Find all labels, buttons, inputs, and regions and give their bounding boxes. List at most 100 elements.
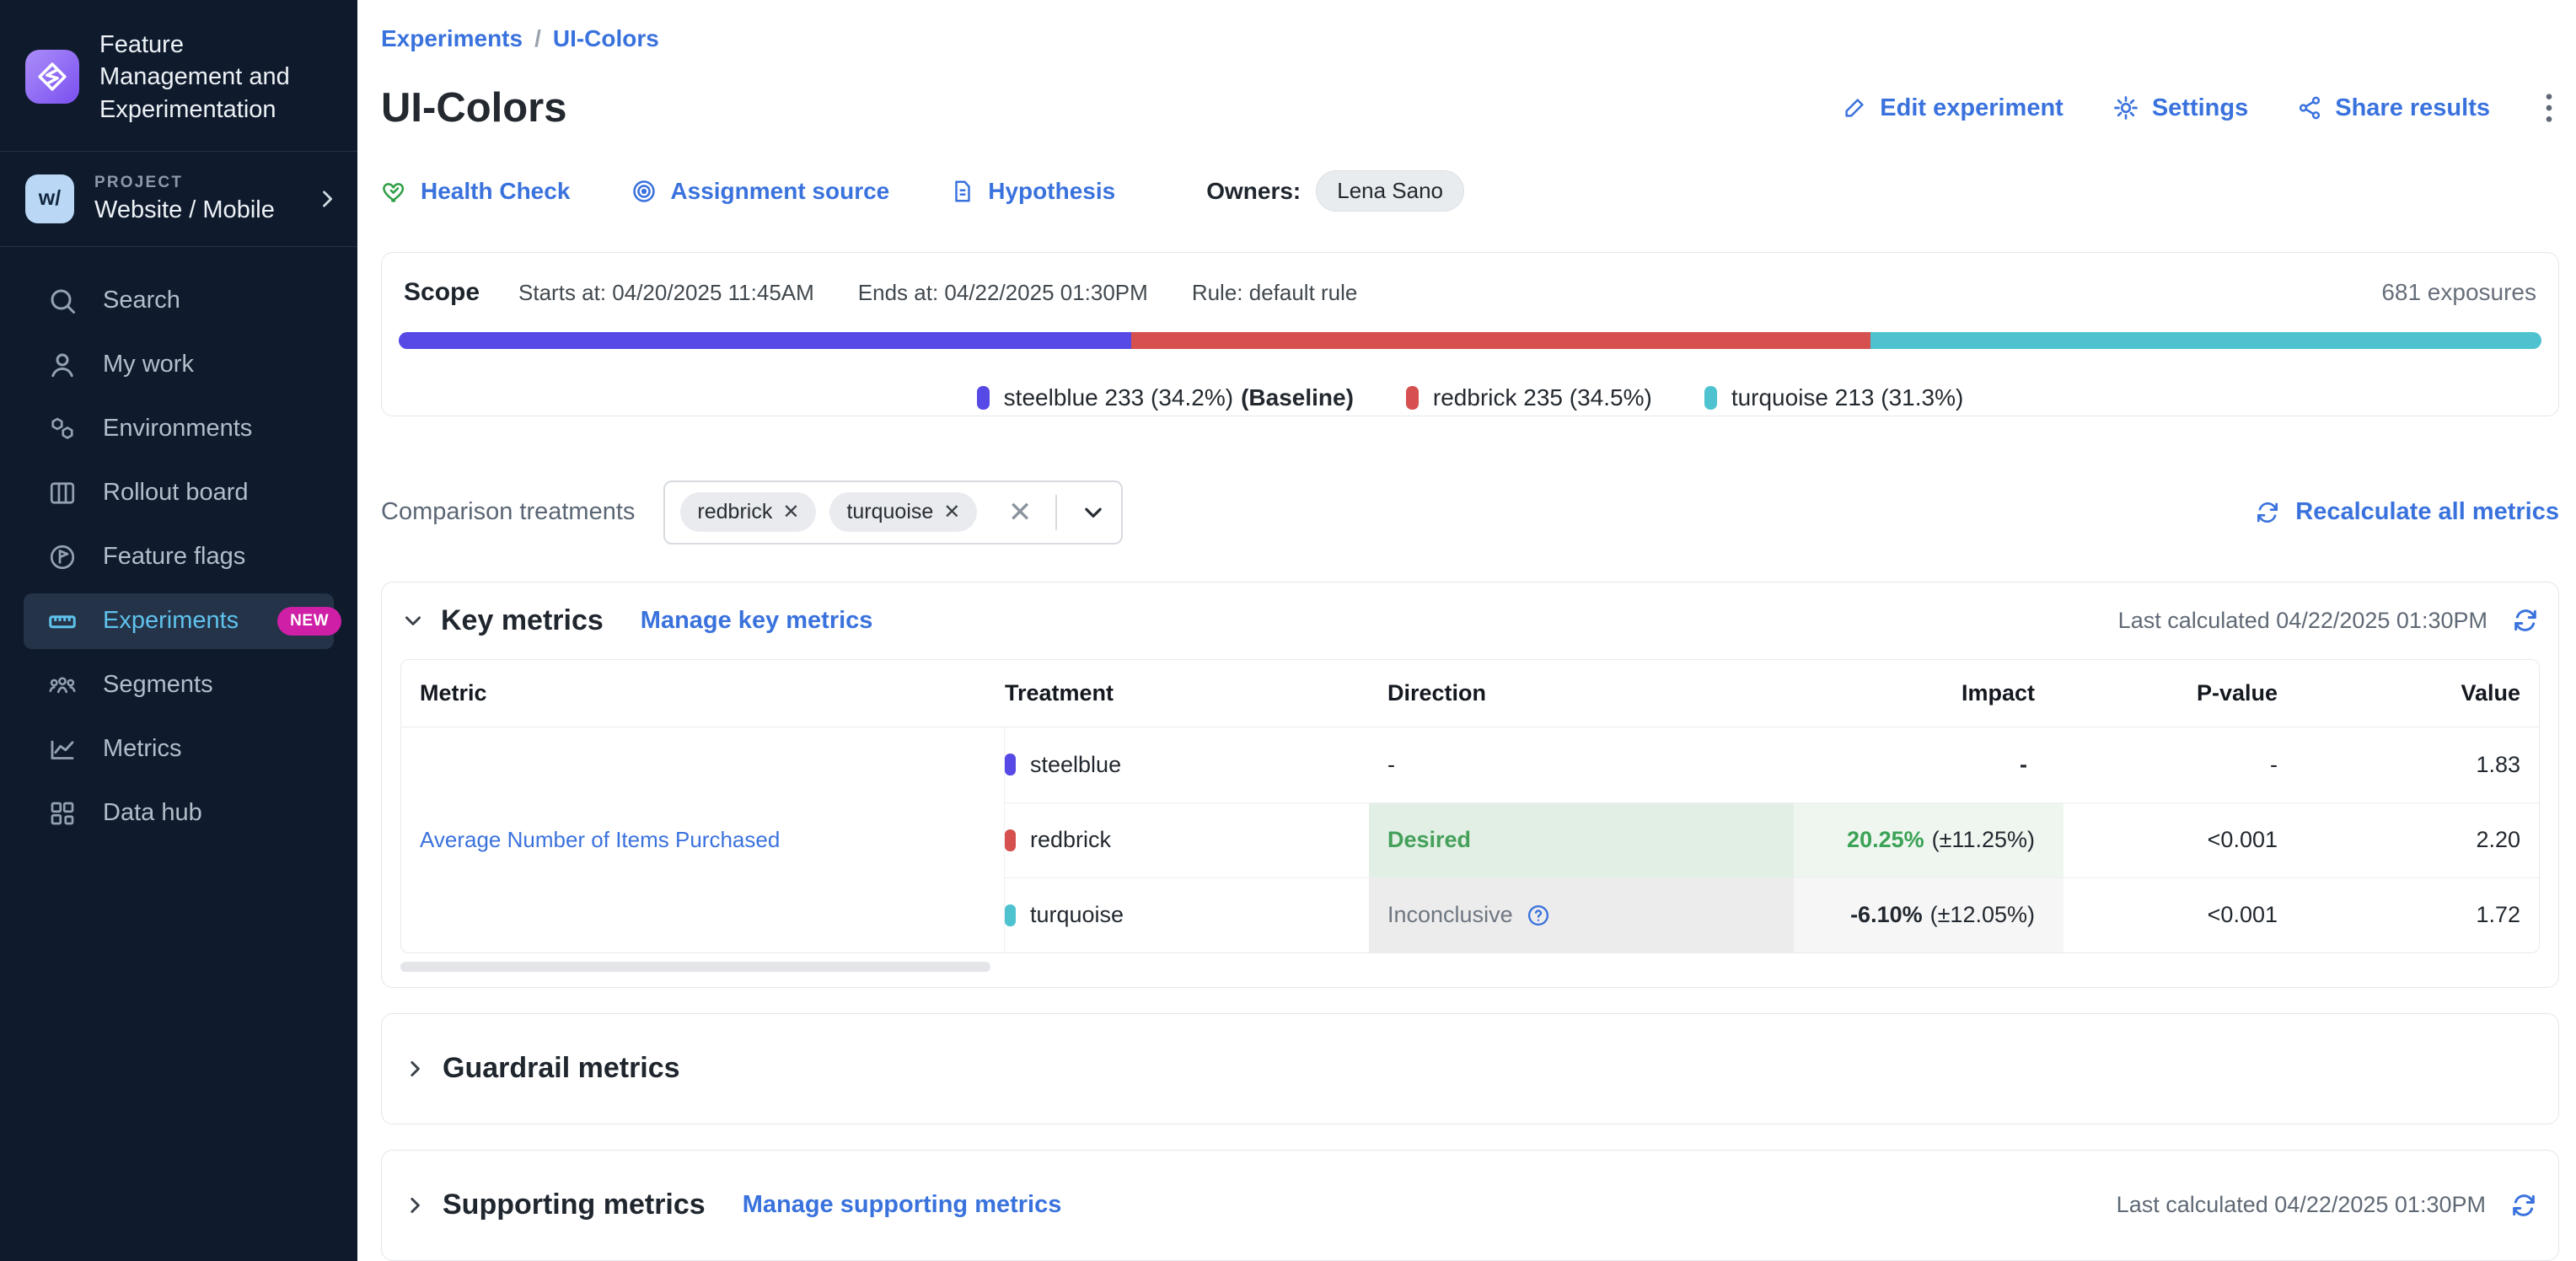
comparison-row: Comparison treatments redbrick ✕ turquoi… — [381, 480, 2559, 545]
column-header: Metric — [401, 680, 1005, 706]
sidebar-item-feature-flags[interactable]: Feature flags — [0, 525, 357, 589]
last-calculated-text: Last calculated 04/22/2025 01:30PM — [2118, 608, 2487, 634]
clear-all-icon[interactable]: ✕ — [1008, 498, 1033, 527]
column-header: Value — [2300, 680, 2539, 706]
divider — [1055, 495, 1057, 530]
breadcrumb-experiments-link[interactable]: Experiments — [381, 25, 523, 52]
main-content: Experiments / UI-Colors UI-Colors Edit e… — [357, 0, 2576, 1261]
experiment-meta-row: Health Check Assignment source Hypothesi… — [381, 170, 2559, 212]
sidebar-item-data-hub[interactable]: Data hub — [0, 781, 357, 845]
sidebar-item-environments[interactable]: Environments — [0, 397, 357, 461]
metric-link[interactable]: Average Number of Items Purchased — [420, 827, 780, 853]
treatment-swatch — [1005, 754, 1016, 775]
settings-button[interactable]: Settings — [2112, 94, 2248, 122]
sidebar-item-search[interactable]: Search — [0, 269, 357, 333]
redbrick-swatch — [1406, 386, 1419, 410]
bar-segment-steelblue — [399, 332, 1131, 349]
project-switcher[interactable]: w/ PROJECT Website / Mobile — [0, 152, 357, 246]
chip-redbrick[interactable]: redbrick ✕ — [680, 492, 816, 532]
new-badge: NEW — [277, 607, 341, 636]
gear-icon — [2112, 94, 2139, 121]
bar-segment-turquoise — [1870, 332, 2541, 349]
owner-pill[interactable]: Lena Sano — [1316, 170, 1464, 212]
chip-turquoise[interactable]: turquoise ✕ — [829, 492, 977, 532]
p-value: - — [2063, 727, 2300, 802]
scope-card: Scope Starts at: 04/20/2025 11:45AM Ends… — [381, 252, 2559, 416]
impact-value: 20.25% — [1847, 827, 1924, 853]
sidebar: Feature Management and Experimentation w… — [0, 0, 357, 1261]
refresh-icon[interactable] — [2509, 1191, 2538, 1220]
direction-value: Inconclusive — [1387, 902, 1513, 928]
share-results-button[interactable]: Share results — [2297, 94, 2490, 122]
impact-value: - — [2020, 752, 2027, 778]
horizontal-scrollbar-thumb[interactable] — [400, 962, 990, 972]
manage-supporting-metrics-link[interactable]: Manage supporting metrics — [743, 1191, 1062, 1219]
pencil-icon — [1842, 95, 1867, 121]
scope-title: Scope — [404, 278, 480, 307]
column-header: Direction — [1369, 680, 1794, 706]
recalculate-all-metrics-button[interactable]: Recalculate all metrics — [2254, 498, 2559, 526]
kebab-menu-button[interactable] — [2539, 91, 2559, 125]
app-title: Feature Management and Experimentation — [99, 29, 319, 126]
guardrail-metrics-title: Guardrail metrics — [443, 1052, 680, 1085]
comparison-treatments-select[interactable]: redbrick ✕ turquoise ✕ ✕ — [663, 480, 1123, 545]
hexagons-icon — [47, 414, 79, 444]
scope-ends: Ends at: 04/22/2025 01:30PM — [858, 280, 1148, 306]
health-check-link[interactable]: Health Check — [381, 178, 570, 205]
line-chart-icon — [47, 734, 79, 765]
scope-starts: Starts at: 04/20/2025 11:45AM — [518, 280, 814, 306]
manage-key-metrics-link[interactable]: Manage key metrics — [641, 607, 873, 635]
project-avatar: w/ — [25, 174, 74, 223]
legend-item: steelblue 233 (34.2%) (Baseline) — [977, 384, 1354, 411]
breadcrumb-separator: / — [534, 25, 541, 52]
hypothesis-link[interactable]: Hypothesis — [950, 178, 1115, 205]
treatment-swatch — [1005, 829, 1016, 851]
column-header: Treatment — [1005, 680, 1369, 706]
turquoise-swatch — [1704, 386, 1717, 410]
document-icon — [950, 179, 975, 204]
p-value: <0.001 — [2063, 878, 2300, 952]
owners: Owners: Lena Sano — [1206, 170, 1464, 212]
help-circle-icon[interactable] — [1526, 903, 1551, 928]
sidebar-item-metrics[interactable]: Metrics — [0, 717, 357, 781]
close-icon[interactable]: ✕ — [782, 502, 799, 523]
key-metrics-title: Key metrics — [441, 604, 604, 637]
chevron-down-icon[interactable] — [1081, 500, 1106, 525]
metric-value: 1.72 — [2300, 878, 2539, 952]
supporting-metrics-title: Supporting metrics — [443, 1189, 706, 1221]
bullseye-icon — [631, 178, 657, 205]
sidebar-item-experiments[interactable]: Experiments NEW — [24, 593, 334, 649]
heart-check-icon — [381, 178, 408, 205]
guardrail-metrics-card: Guardrail metrics — [381, 1013, 2559, 1124]
refresh-icon[interactable] — [2511, 606, 2540, 635]
sidebar-item-segments[interactable]: Segments — [0, 653, 357, 717]
collapse-chevron-right-icon[interactable] — [402, 1193, 427, 1218]
grid-icon — [47, 798, 79, 829]
board-icon — [47, 478, 79, 508]
breadcrumb-current-link[interactable]: UI-Colors — [553, 25, 659, 52]
treatment-swatch — [1005, 904, 1016, 926]
collapse-chevron-right-icon[interactable] — [402, 1056, 427, 1081]
project-name: Website / Mobile — [94, 196, 275, 224]
breadcrumb: Experiments / UI-Colors — [381, 25, 2559, 52]
assignment-source-link[interactable]: Assignment source — [631, 178, 889, 205]
treatment-name: steelblue — [1030, 752, 1121, 778]
user-icon — [47, 350, 79, 380]
bar-segment-redbrick — [1131, 332, 1870, 349]
scope-rule: Rule: default rule — [1192, 280, 1358, 306]
sidebar-item-label: Search — [103, 287, 180, 314]
sidebar-item-my-work[interactable]: My work — [0, 333, 357, 397]
sidebar-item-label: Feature flags — [103, 543, 245, 571]
sidebar-item-label: Environments — [103, 415, 252, 443]
table-header-row: Metric Treatment Direction Impact P-valu… — [401, 660, 2539, 727]
column-header: P-value — [2063, 680, 2300, 706]
key-metrics-card: Key metrics Manage key metrics Last calc… — [381, 582, 2559, 988]
table-row: turquoise Inconclusive -6.10% (±12.05%) — [1005, 877, 2539, 952]
app-logo-row: Feature Management and Experimentation — [0, 0, 357, 151]
metric-value: 1.83 — [2300, 727, 2539, 802]
edit-experiment-button[interactable]: Edit experiment — [1842, 94, 2063, 122]
sidebar-item-rollout-board[interactable]: Rollout board — [0, 461, 357, 525]
close-icon[interactable]: ✕ — [943, 502, 960, 523]
refresh-icon — [2254, 499, 2281, 526]
collapse-chevron-down-icon[interactable] — [400, 608, 426, 633]
